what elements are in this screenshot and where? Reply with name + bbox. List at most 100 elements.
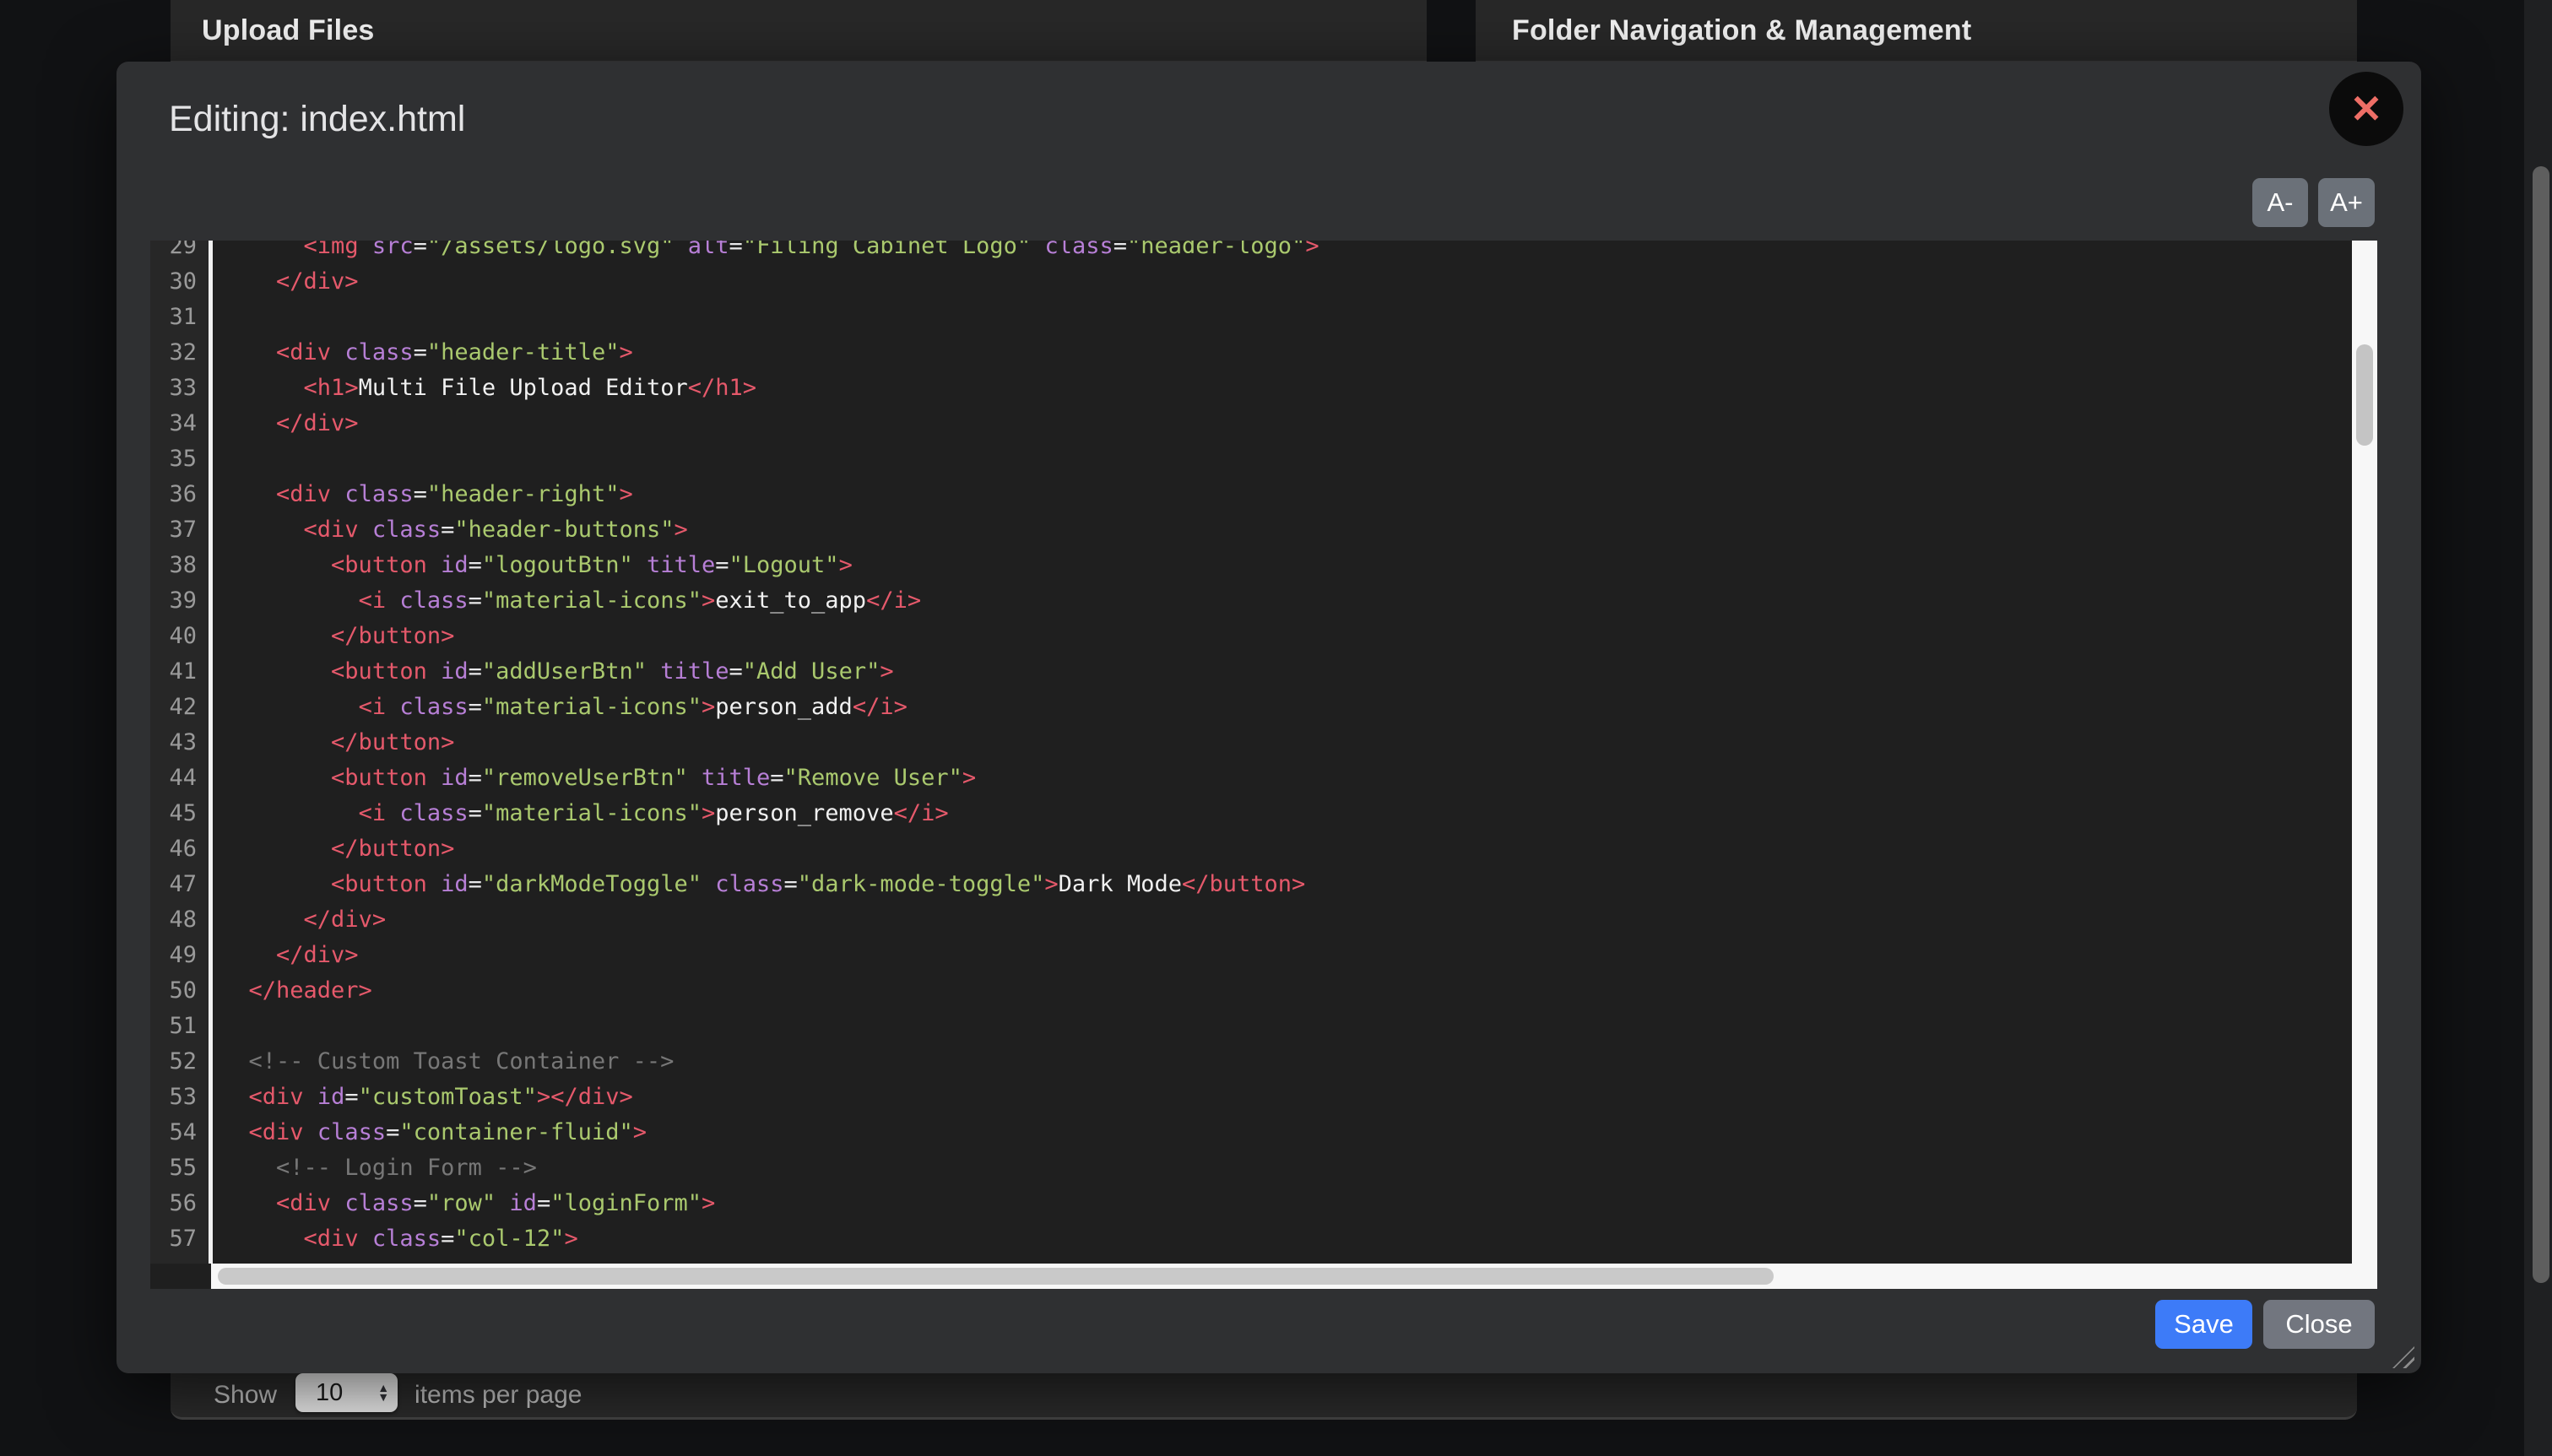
line-number: 31 (150, 300, 209, 335)
code-line-text (209, 1009, 221, 1044)
code-line[interactable]: 40 </button> (150, 619, 2352, 654)
line-number: 55 (150, 1150, 209, 1186)
code-line-text: <div class="header-right"> (209, 477, 633, 512)
modal-title: Editing: index.html (169, 99, 465, 140)
close-button[interactable]: Close (2263, 1300, 2375, 1349)
font-increase-button[interactable]: A+ (2318, 178, 2375, 227)
line-number: 47 (150, 867, 209, 902)
line-number: 37 (150, 512, 209, 548)
code-line[interactable]: 47 <button id="darkModeToggle" class="da… (150, 867, 2352, 902)
edit-file-modal: Editing: index.html ✕ A- A+ 29 <img src=… (116, 62, 2421, 1373)
line-number: 52 (150, 1044, 209, 1080)
page-scrollbar-thumb[interactable] (2533, 166, 2549, 1283)
code-line[interactable]: 32 <div class="header-title"> (150, 335, 2352, 371)
line-number: 30 (150, 264, 209, 300)
code-line[interactable]: 30 </div> (150, 264, 2352, 300)
code-line-text (209, 441, 221, 477)
line-number: 54 (150, 1115, 209, 1150)
code-line[interactable]: 34 </div> (150, 406, 2352, 441)
code-line-text: <i class="material-icons">exit_to_app</i… (209, 583, 921, 619)
line-number: 42 (150, 690, 209, 725)
code-line[interactable]: 39 <i class="material-icons">exit_to_app… (150, 583, 2352, 619)
code-line-text: <button id="logoutBtn" title="Logout"> (209, 548, 853, 583)
code-line-text: <div class="header-title"> (209, 335, 633, 371)
code-line[interactable]: 50 </header> (150, 973, 2352, 1009)
code-line-text: </header> (209, 973, 372, 1009)
items-per-page-select[interactable]: 10 ▲ ▼ (295, 1373, 398, 1412)
pagination-show-label: Show (214, 1381, 277, 1410)
line-number: 57 (150, 1221, 209, 1257)
code-line[interactable]: 44 <button id="removeUserBtn" title="Rem… (150, 760, 2352, 796)
code-line[interactable]: 51 (150, 1009, 2352, 1044)
code-line-text: </div> (209, 264, 359, 300)
code-line[interactable]: 55 <!-- Login Form --> (150, 1150, 2352, 1186)
code-line[interactable]: 53 <div id="customToast"></div> (150, 1080, 2352, 1115)
code-line[interactable]: 58 <form id="authForm" method="post"> (150, 1257, 2352, 1264)
line-number: 41 (150, 654, 209, 690)
folder-nav-card-header: Folder Navigation & Management (1476, 0, 2357, 62)
code-line-text: </div> (209, 406, 359, 441)
modal-close-button[interactable]: ✕ (2329, 72, 2403, 146)
code-line[interactable]: 33 <h1>Multi File Upload Editor</h1> (150, 371, 2352, 406)
code-line[interactable]: 52 <!-- Custom Toast Container --> (150, 1044, 2352, 1080)
code-line[interactable]: 45 <i class="material-icons">person_remo… (150, 796, 2352, 831)
code-line[interactable]: 56 <div class="row" id="loginForm"> (150, 1186, 2352, 1221)
editor-vertical-scrollbar-thumb[interactable] (2356, 344, 2373, 446)
code-line[interactable]: 46 </button> (150, 831, 2352, 867)
line-number: 39 (150, 583, 209, 619)
upload-files-title: Upload Files (202, 14, 375, 47)
code-line[interactable]: 38 <button id="logoutBtn" title="Logout"… (150, 548, 2352, 583)
code-line-text: <h1>Multi File Upload Editor</h1> (209, 371, 756, 406)
editor-horizontal-scrollbar-track[interactable] (211, 1264, 2352, 1289)
code-line-text: <!-- Login Form --> (209, 1150, 537, 1186)
code-line[interactable]: 37 <div class="header-buttons"> (150, 512, 2352, 548)
code-line[interactable]: 36 <div class="header-right"> (150, 477, 2352, 512)
code-line-text (209, 300, 221, 335)
pagination-suffix-label: items per page (414, 1381, 582, 1410)
line-number: 40 (150, 619, 209, 654)
resize-grip-icon[interactable] (2392, 1346, 2414, 1368)
code-line-text: <div class="container-fluid"> (209, 1115, 647, 1150)
line-number: 34 (150, 406, 209, 441)
line-number: 58 (150, 1257, 209, 1264)
close-icon: ✕ (2350, 86, 2383, 132)
line-number: 33 (150, 371, 209, 406)
code-line[interactable]: 54 <div class="container-fluid"> (150, 1115, 2352, 1150)
line-number: 44 (150, 760, 209, 796)
code-line-text: <div id="customToast"></div> (209, 1080, 633, 1115)
code-line-text: </button> (209, 725, 454, 760)
code-line-text: <div class="col-12"> (209, 1221, 578, 1257)
code-line[interactable]: 57 <div class="col-12"> (150, 1221, 2352, 1257)
code-line[interactable]: 49 </div> (150, 938, 2352, 973)
upload-files-card-header: Upload Files (171, 0, 1427, 62)
page-scrollbar-track[interactable] (2524, 0, 2552, 1456)
app-root: Upload Files Folder Navigation & Managem… (0, 0, 2552, 1456)
code-editor[interactable]: 29 <img src="/assets/logo.svg" alt="Fili… (150, 241, 2377, 1289)
line-number: 48 (150, 902, 209, 938)
code-line-text: </button> (209, 619, 454, 654)
font-decrease-button[interactable]: A- (2252, 178, 2308, 227)
editor-horizontal-scrollbar-thumb[interactable] (218, 1268, 1774, 1285)
code-line-text: <div class="header-buttons"> (209, 512, 688, 548)
code-viewport[interactable]: 29 <img src="/assets/logo.svg" alt="Fili… (150, 241, 2352, 1264)
select-arrows-icon: ▲ ▼ (377, 1383, 389, 1402)
code-line[interactable]: 35 (150, 441, 2352, 477)
code-line[interactable]: 41 <button id="addUserBtn" title="Add Us… (150, 654, 2352, 690)
save-button[interactable]: Save (2155, 1300, 2252, 1349)
code-line[interactable]: 31 (150, 300, 2352, 335)
line-number: 51 (150, 1009, 209, 1044)
code-line-text: </div> (209, 902, 386, 938)
code-line[interactable]: 29 <img src="/assets/logo.svg" alt="Fili… (150, 241, 2352, 264)
code-line[interactable]: 42 <i class="material-icons">person_add<… (150, 690, 2352, 725)
code-line[interactable]: 48 </div> (150, 902, 2352, 938)
code-line-text: </div> (209, 938, 359, 973)
code-line[interactable]: 43 </button> (150, 725, 2352, 760)
code-line-text: <img src="/assets/logo.svg" alt="Filing … (209, 241, 1319, 264)
line-number: 32 (150, 335, 209, 371)
editor-vertical-scrollbar-track[interactable] (2352, 241, 2377, 1289)
code-line-text: <button id="removeUserBtn" title="Remove… (209, 760, 976, 796)
code-line-text: </button> (209, 831, 454, 867)
items-per-page-value: 10 (295, 1379, 377, 1407)
line-number: 35 (150, 441, 209, 477)
line-number: 53 (150, 1080, 209, 1115)
